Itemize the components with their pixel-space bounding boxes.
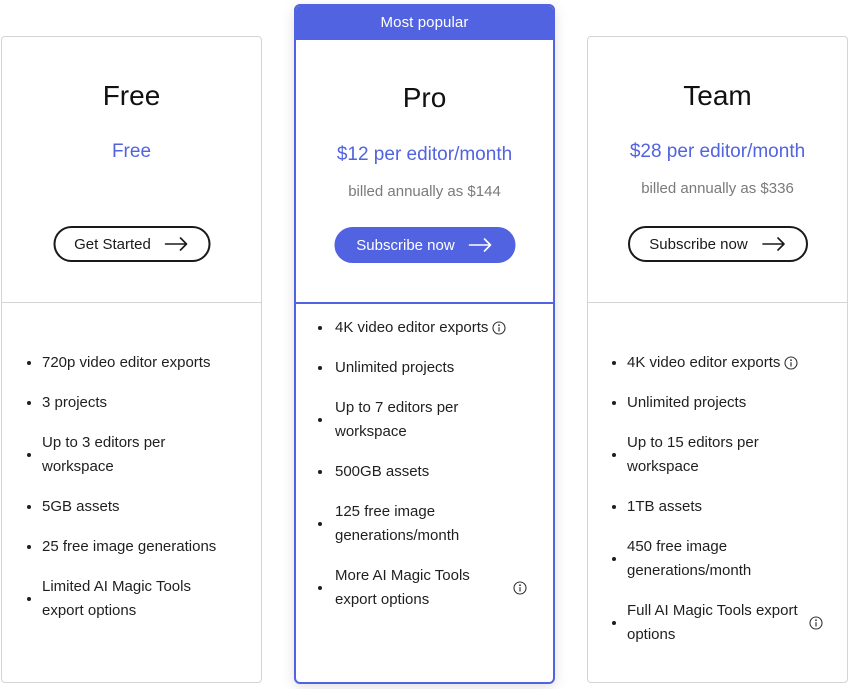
subscribe-now-button[interactable]: Subscribe now <box>627 226 808 262</box>
list-item: More AI Magic Tools export options <box>296 556 553 620</box>
info-icon[interactable] <box>784 356 798 370</box>
plan-price: Free <box>111 141 152 162</box>
plan-header: Pro $12 per editor/month billed annually… <box>296 40 553 304</box>
list-item: Full AI Magic Tools export options <box>588 591 847 655</box>
cta-label: Subscribe now <box>649 235 748 253</box>
bullet <box>27 453 31 457</box>
plan-header: Team $28 per editor/month billed annuall… <box>588 37 847 303</box>
cta-label: Subscribe now <box>356 236 455 254</box>
list-item: Up to 15 editors per workspace <box>588 423 847 487</box>
feature-list: 4K video editor exports Unlimited projec… <box>588 343 847 655</box>
feature-list: 720p video editor exports 3 projects Up … <box>2 343 261 631</box>
plan-card-free: Free Free Get Started 720p video editor … <box>1 36 262 683</box>
list-item: 500GB assets <box>296 452 553 492</box>
bullet <box>612 401 616 405</box>
feature-text: Up to 7 editors per workspace <box>335 399 459 440</box>
plan-name: Team <box>683 80 752 111</box>
list-item: Unlimited projects <box>588 383 847 423</box>
bullet <box>318 586 322 590</box>
list-item: 720p video editor exports <box>2 343 261 383</box>
feature-text: Unlimited projects <box>335 359 455 376</box>
list-item: 1TB assets <box>588 487 847 527</box>
get-started-button[interactable]: Get Started <box>53 226 210 262</box>
feature-text: More AI Magic Tools export options <box>335 567 470 608</box>
cta-label: Get Started <box>74 235 151 253</box>
bullet <box>27 505 31 509</box>
list-item: 25 free image generations <box>2 527 261 567</box>
info-icon[interactable] <box>492 321 506 335</box>
arrow-right-icon <box>468 238 492 252</box>
feature-text: Unlimited projects <box>627 394 747 411</box>
bullet <box>612 557 616 561</box>
subscribe-now-button[interactable]: Subscribe now <box>334 227 515 263</box>
bullet <box>27 401 31 405</box>
feature-text: 1TB assets <box>627 498 703 515</box>
feature-text: Full AI Magic Tools export options <box>627 602 798 643</box>
list-item: 3 projects <box>2 383 261 423</box>
feature-text: 4K video editor exports <box>335 319 489 336</box>
feature-list: 4K video editor exports Unlimited projec… <box>296 308 553 620</box>
billing-note: billed annually as $144 <box>348 183 501 200</box>
bullet <box>318 326 322 330</box>
bullet <box>318 418 322 422</box>
feature-text: 25 free image generations <box>42 538 217 555</box>
bullet <box>27 597 31 601</box>
feature-text: 720p video editor exports <box>42 354 211 371</box>
bullet <box>612 361 616 365</box>
feature-text: 500GB assets <box>335 463 430 480</box>
list-item: 125 free image generations/month <box>296 492 553 556</box>
list-item: 4K video editor exports <box>588 343 847 383</box>
bullet <box>318 470 322 474</box>
bullet <box>27 545 31 549</box>
feature-text: Up to 3 editors per workspace <box>42 434 166 475</box>
list-item: Limited AI Magic Tools export options <box>2 567 261 631</box>
list-item: Unlimited projects <box>296 348 553 388</box>
bullet <box>27 361 31 365</box>
feature-text: 125 free image generations/month <box>335 503 460 544</box>
info-icon[interactable] <box>513 581 527 595</box>
feature-text: 5GB assets <box>42 498 120 515</box>
bullet <box>318 366 322 370</box>
feature-text: Limited AI Magic Tools export options <box>42 578 191 619</box>
plan-header: Free Free Get Started <box>2 37 261 303</box>
list-item: Up to 3 editors per workspace <box>2 423 261 487</box>
bullet <box>612 505 616 509</box>
list-item: 5GB assets <box>2 487 261 527</box>
arrow-right-icon <box>165 237 188 251</box>
billing-note: billed annually as $336 <box>641 180 794 197</box>
arrow-right-icon <box>761 237 785 251</box>
plan-price: $12 per editor/month <box>336 144 513 165</box>
feature-text: 4K video editor exports <box>627 354 781 371</box>
list-item: 450 free image generations/month <box>588 527 847 591</box>
plan-price: $28 per editor/month <box>629 141 806 162</box>
plan-card-pro: Most popular Pro $12 per editor/month bi… <box>294 4 555 684</box>
list-item: Up to 7 editors per workspace <box>296 388 553 452</box>
feature-text: Up to 15 editors per workspace <box>627 434 759 475</box>
bullet <box>318 522 322 526</box>
feature-text: 450 free image generations/month <box>627 538 752 579</box>
most-popular-badge: Most popular <box>296 6 553 40</box>
plan-card-team: Team $28 per editor/month billed annuall… <box>587 36 848 683</box>
plan-name: Pro <box>402 82 447 113</box>
list-item: 4K video editor exports <box>296 308 553 348</box>
info-icon[interactable] <box>809 616 823 630</box>
feature-text: 3 projects <box>42 394 108 411</box>
plan-name: Free <box>102 80 161 111</box>
bullet <box>612 453 616 457</box>
bullet <box>612 621 616 625</box>
